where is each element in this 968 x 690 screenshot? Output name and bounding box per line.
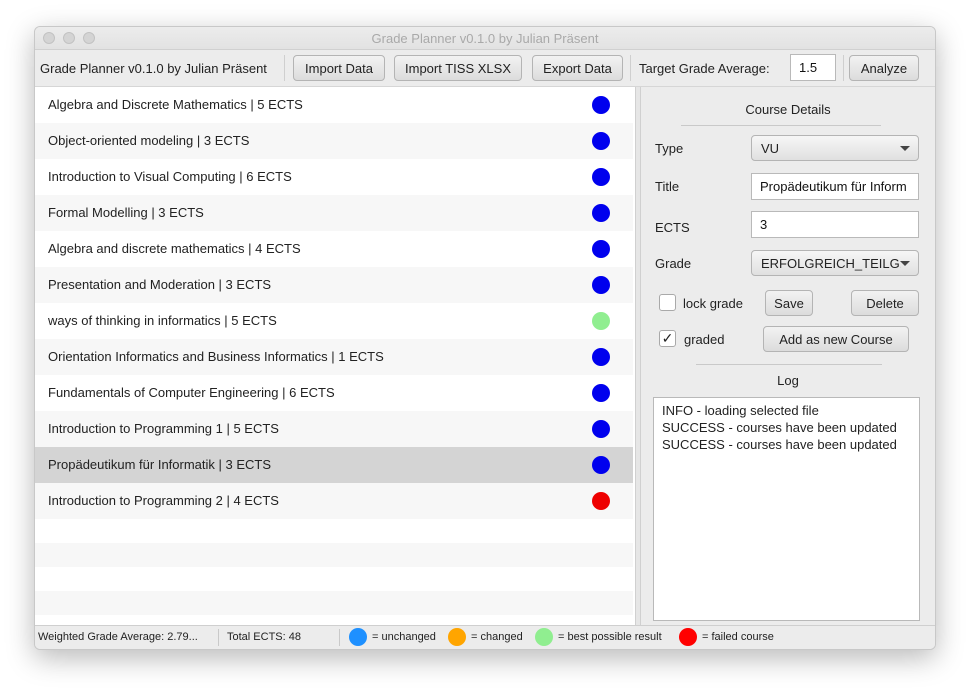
status-dot [592,240,610,258]
list-item[interactable]: Fundamentals of Computer Engineering | 6… [35,375,633,411]
import-tiss-xlsx-button[interactable]: Import TISS XLSX [394,55,522,81]
save-button[interactable]: Save [765,290,813,316]
ects-label: ECTS [655,220,690,235]
checkmark-icon: ✓ [661,330,674,346]
course-label: Orientation Informatics and Business Inf… [48,349,384,364]
type-value: VU [761,141,780,156]
add-course-button[interactable]: Add as new Course [763,326,909,352]
analyze-button[interactable]: Analyze [849,55,919,81]
status-dot [592,276,610,294]
log-textarea[interactable]: INFO - loading selected file SUCCESS - c… [653,397,920,621]
legend-unchanged-dot [349,628,367,646]
type-label: Type [655,141,684,156]
toolbar-divider [630,55,631,81]
list-item[interactable]: Object-oriented modeling | 3 ECTS [35,123,633,159]
total-ects-text: Total ECTS: 48 [227,631,301,643]
legend-unchanged-label: = unchanged [372,631,436,643]
list-item[interactable]: Introduction to Programming 2 | 4 ECTS [35,483,633,519]
section-divider [681,125,881,126]
chevron-down-icon [900,146,910,151]
grade-dropdown[interactable]: ERFOLGREICH_TEILG... [751,250,919,276]
status-dot [592,96,610,114]
status-divider [218,629,219,646]
status-dot [592,312,610,330]
course-label: Object-oriented modeling | 3 ECTS [48,133,250,148]
section-divider [696,364,882,365]
list-item[interactable]: Formal Modelling | 3 ECTS [35,195,633,231]
type-dropdown[interactable]: VU [751,135,919,161]
status-dot [592,168,610,186]
grade-label: Grade [655,256,692,271]
empty-row [35,567,633,591]
legend-changed-label: = changed [471,631,523,643]
course-label: Introduction to Programming 2 | 4 ECTS [48,493,279,508]
graded-label: graded [684,332,725,347]
target-grade-input[interactable]: 1.5 [790,54,836,81]
title-input[interactable]: Propädeutikum für Inform [751,173,919,200]
list-item[interactable]: Orientation Informatics and Business Inf… [35,339,633,375]
course-label: Propädeutikum für Informatik | 3 ECTS [48,457,272,472]
status-dot [592,348,610,366]
lock-grade-checkbox[interactable] [659,294,676,311]
empty-row [35,543,633,567]
grade-value: ERFOLGREICH_TEILG... [761,256,901,271]
legend-best-dot [535,628,553,646]
window-title: Grade Planner v0.1.0 by Julian Präsent [371,31,599,46]
legend-best-label: = best possible result [558,631,662,643]
list-item[interactable]: Algebra and Discrete Mathematics | 5 ECT… [35,87,633,123]
log-line: INFO - loading selected file [662,403,819,418]
empty-row [35,591,633,615]
delete-button[interactable]: Delete [851,290,919,316]
status-dot [592,204,610,222]
course-list[interactable]: Algebra and Discrete Mathematics | 5 ECT… [35,87,635,625]
export-data-button[interactable]: Export Data [532,55,623,81]
ects-input[interactable]: 3 [751,211,919,238]
title-label: Title [655,179,680,194]
lock-grade-label: lock grade [683,296,743,311]
list-item[interactable]: Propädeutikum für Informatik | 3 ECTS [35,447,633,483]
list-item[interactable]: Presentation and Moderation | 3 ECTS [35,267,633,303]
graded-checkbox[interactable]: ✓ [659,330,676,347]
chevron-down-icon [900,261,910,266]
course-label: Formal Modelling | 3 ECTS [48,205,204,220]
log-title: Log [777,373,799,388]
target-grade-label: Target Grade Average: [639,61,770,76]
status-bar: Weighted Grade Average: 2.79... Total EC… [35,625,935,649]
legend-failed-label: = failed course [702,631,774,643]
app-label: Grade Planner v0.1.0 by Julian Präsent [40,61,267,76]
list-item[interactable]: ways of thinking in informatics | 5 ECTS [35,303,633,339]
import-data-button[interactable]: Import Data [293,55,385,81]
status-dot [592,492,610,510]
list-item[interactable]: Algebra and discrete mathematics | 4 ECT… [35,231,633,267]
status-dot [592,456,610,474]
course-label: Presentation and Moderation | 3 ECTS [48,277,272,292]
toolbar-divider [843,55,844,81]
toolbar-divider [284,55,285,81]
title-bar: Grade Planner v0.1.0 by Julian Präsent [35,27,935,50]
status-dot [592,420,610,438]
log-line: SUCCESS - courses have been updated [662,420,897,435]
course-label: Introduction to Programming 1 | 5 ECTS [48,421,279,436]
legend-changed-dot [448,628,466,646]
legend-failed-dot [679,628,697,646]
empty-row [35,519,633,543]
app-window: Grade Planner v0.1.0 by Julian Präsent G… [34,26,936,650]
toolbar: Grade Planner v0.1.0 by Julian Präsent I… [35,50,935,87]
course-details-panel: Course Details Type VU Title Propädeutik… [641,87,935,625]
status-divider [339,629,340,646]
course-label: Introduction to Visual Computing | 6 ECT… [48,169,292,184]
status-dot [592,384,610,402]
course-details-title: Course Details [745,102,831,117]
log-line: SUCCESS - courses have been updated [662,437,897,452]
course-label: Fundamentals of Computer Engineering | 6… [48,385,335,400]
course-label: Algebra and discrete mathematics | 4 ECT… [48,241,301,256]
list-item[interactable]: Introduction to Programming 1 | 5 ECTS [35,411,633,447]
course-label: ways of thinking in informatics | 5 ECTS [48,313,277,328]
course-label: Algebra and Discrete Mathematics | 5 ECT… [48,97,303,112]
list-item[interactable]: Introduction to Visual Computing | 6 ECT… [35,159,633,195]
weighted-average-text: Weighted Grade Average: 2.79... [38,631,198,643]
status-dot [592,132,610,150]
